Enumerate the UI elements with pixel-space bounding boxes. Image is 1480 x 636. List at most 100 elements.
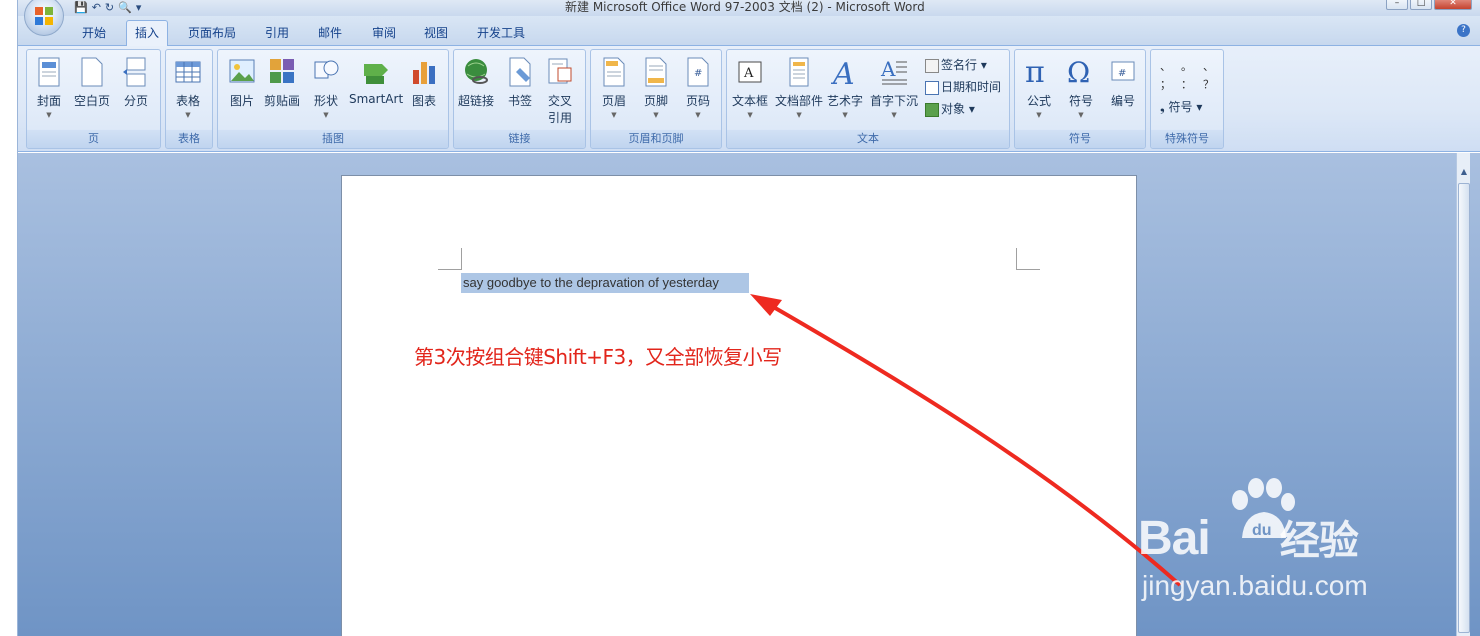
- tab-page-layout[interactable]: 页面布局: [188, 24, 236, 41]
- group-label-special-symbols: 特殊符号: [1151, 130, 1223, 148]
- baidu-jingyan-watermark: du Bai 经验 jingyan.baidu.com: [1138, 478, 1408, 608]
- clip-art-button[interactable]: 剪贴画: [264, 56, 300, 109]
- table-label: 表格: [175, 94, 200, 108]
- scroll-thumb[interactable]: [1458, 183, 1470, 633]
- shapes-icon: [314, 60, 339, 79]
- object-button[interactable]: 对象 ▾: [925, 100, 975, 117]
- svg-text:A: A: [831, 57, 855, 88]
- symbol-button[interactable]: Ω 符号 ▼: [1067, 56, 1095, 119]
- symbol-label: 符号: [1068, 94, 1093, 108]
- tab-home[interactable]: 开始: [82, 24, 106, 41]
- selected-text[interactable]: say goodbye to the depravation of yester…: [461, 273, 749, 293]
- special-symbol-3[interactable]: 、: [1203, 58, 1214, 74]
- wordart-button[interactable]: A 艺术字 ▼: [827, 56, 863, 119]
- tab-view[interactable]: 视图: [424, 24, 448, 41]
- redo-icon[interactable]: ↻: [105, 1, 114, 15]
- special-symbol-2[interactable]: 。: [1181, 58, 1192, 74]
- text-box-button[interactable]: A 文本框 ▼: [732, 56, 768, 119]
- customize-qat-icon[interactable]: ▾: [136, 1, 142, 15]
- bookmark-button[interactable]: 书签: [506, 56, 534, 109]
- drop-cap-button[interactable]: A 首字下沉 ▼: [870, 56, 918, 119]
- picture-button[interactable]: 图片: [228, 56, 256, 109]
- ribbon-tabs: 开始 插入 页面布局 引用 邮件 审阅 视图 开发工具 ?: [0, 16, 1480, 47]
- tab-insert[interactable]: 插入: [126, 20, 169, 47]
- special-symbol-4[interactable]: ；: [1160, 76, 1171, 92]
- blank-page-button[interactable]: 空白页: [74, 56, 110, 109]
- page-break-button[interactable]: 分页: [122, 56, 150, 109]
- cover-page-label: 封面: [36, 94, 61, 108]
- header-icon: [603, 57, 625, 87]
- date-time-icon: [925, 80, 939, 95]
- page-number-label: 页码: [685, 94, 710, 108]
- group-label-header-footer: 页眉和页脚: [591, 130, 721, 148]
- header-button[interactable]: 页眉 ▼: [600, 56, 628, 119]
- chart-icon: [413, 62, 435, 84]
- table-button[interactable]: 表格 ▼: [174, 56, 202, 119]
- header-label: 页眉: [601, 94, 626, 108]
- quick-parts-button[interactable]: 文档部件 ▼: [775, 56, 823, 119]
- table-icon: [175, 61, 201, 83]
- svg-text:A: A: [743, 66, 754, 81]
- left-edge-strip: [0, 0, 18, 636]
- omega-icon: Ω: [1067, 56, 1090, 88]
- smartart-button[interactable]: SmartArt: [349, 56, 403, 106]
- vertical-scrollbar[interactable]: ▲: [1456, 153, 1470, 636]
- document-page[interactable]: say goodbye to the depravation of yester…: [341, 175, 1137, 636]
- clip-art-label: 剪贴画: [264, 94, 301, 108]
- footer-button[interactable]: 页脚 ▼: [642, 56, 670, 119]
- footer-label: 页脚: [643, 94, 668, 108]
- hyperlink-button[interactable]: 超链接: [458, 56, 494, 109]
- special-symbol-glyph: ❟: [1160, 100, 1165, 114]
- cross-reference-button[interactable]: 交叉 引用: [546, 56, 574, 126]
- text-box-label: 文本框: [732, 94, 769, 108]
- special-symbol-1[interactable]: 、: [1160, 58, 1171, 74]
- group-links: 超链接 书签 交叉 引用 链接: [453, 49, 586, 149]
- tab-mailings[interactable]: 邮件: [318, 24, 342, 41]
- undo-icon[interactable]: ↶: [92, 1, 101, 15]
- bookmark-label: 书签: [507, 94, 532, 108]
- title-bar: 💾 ↶ ↻ 🔍 ▾ 新建 Microsoft Office Word 97-20…: [0, 0, 1480, 16]
- svg-text:A: A: [880, 57, 896, 81]
- page-number-icon: #: [687, 57, 709, 87]
- baidu-brand: Bai 经验: [1138, 508, 1359, 566]
- object-label: 对象: [941, 102, 966, 116]
- signature-line-button[interactable]: 签名行 ▾: [925, 56, 987, 73]
- svg-text:Ω: Ω: [1067, 56, 1090, 88]
- special-symbol-6[interactable]: ？: [1203, 76, 1214, 92]
- numbering-button[interactable]: # 编号: [1109, 56, 1137, 109]
- save-icon[interactable]: 💾: [74, 1, 88, 15]
- annotation-text: 第3次按组合键Shift+F3，又全部恢复小写: [414, 345, 782, 369]
- equation-label: 公式: [1026, 94, 1051, 108]
- date-time-label: 日期和时间: [941, 80, 1002, 94]
- special-symbol-5[interactable]: ：: [1181, 76, 1192, 92]
- tab-developer[interactable]: 开发工具: [477, 24, 525, 41]
- help-icon[interactable]: ?: [1457, 24, 1470, 37]
- maximize-button[interactable]: □: [1410, 0, 1432, 10]
- cross-reference-label-2: 引用: [547, 111, 572, 125]
- group-special-symbols: 、 。 、 ； ： ？ ❟ 符号 ▾ 特殊符号: [1150, 49, 1224, 149]
- minimize-button[interactable]: –: [1386, 0, 1408, 10]
- special-symbol-dropdown[interactable]: ❟ 符号 ▾: [1160, 98, 1202, 115]
- cross-reference-icon: [548, 58, 572, 84]
- window-title: 新建 Microsoft Office Word 97-2003 文档 (2) …: [565, 0, 925, 14]
- close-button[interactable]: ✕: [1434, 0, 1472, 10]
- print-preview-icon[interactable]: 🔍: [118, 1, 132, 15]
- tab-references[interactable]: 引用: [265, 24, 289, 41]
- cover-page-button[interactable]: 封面 ▼: [35, 56, 63, 119]
- shapes-button[interactable]: 形状 ▼: [312, 56, 340, 119]
- page-number-button[interactable]: # 页码 ▼: [684, 56, 712, 119]
- smartart-icon: [364, 64, 389, 84]
- page-break-label: 分页: [123, 94, 148, 108]
- chart-button[interactable]: 图表: [410, 56, 438, 109]
- scroll-up-icon[interactable]: ▲: [1458, 167, 1470, 181]
- drop-cap-icon: A: [880, 57, 907, 85]
- group-header-footer: 页眉 ▼ 页脚 ▼ # 页码 ▼ 页眉和页脚: [590, 49, 722, 149]
- svg-text:#: #: [1118, 68, 1126, 79]
- tab-review[interactable]: 审阅: [372, 24, 396, 41]
- margin-marker-top-right: [1016, 248, 1040, 270]
- drop-cap-label: 首字下沉: [870, 94, 919, 108]
- equation-button[interactable]: π 公式 ▼: [1025, 56, 1053, 119]
- date-time-button[interactable]: 日期和时间: [925, 78, 1001, 95]
- wordart-label: 艺术字: [827, 94, 864, 108]
- bookmark-icon: [509, 57, 531, 87]
